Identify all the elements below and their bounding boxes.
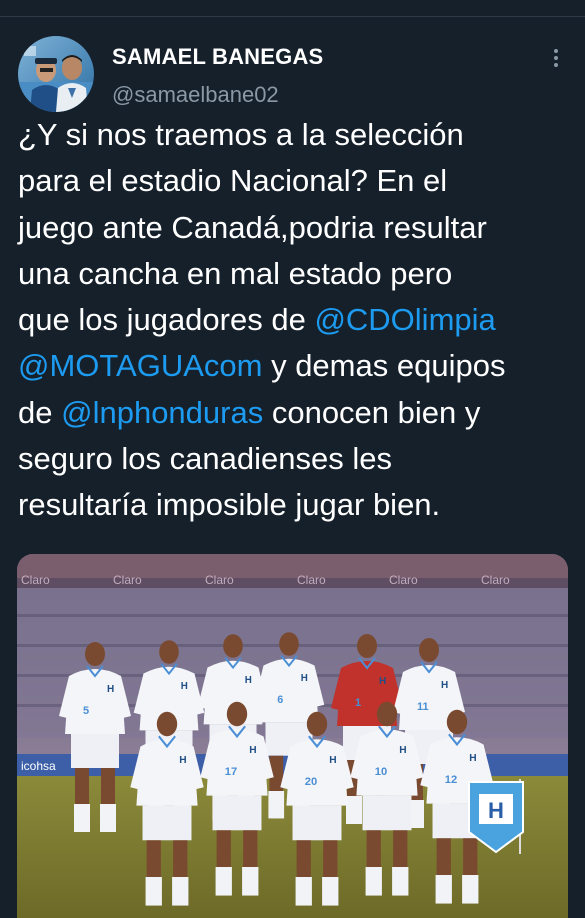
shirt-crest: H xyxy=(379,676,386,687)
tweet-text-segment: una cancha en mal estado pero xyxy=(18,255,453,291)
tweet-text-segment: resultaría imposible jugar bien. xyxy=(18,487,441,523)
shirt-crest: H xyxy=(399,745,406,756)
tweet-text-segment: de xyxy=(18,394,62,430)
tweet-view: SAMAEL BANEGAS @samaelbane02 ¿Y si nos t… xyxy=(0,0,585,918)
tweet-line: juego ante Canadá,podria resultar xyxy=(18,205,574,251)
shirt-number: 17 xyxy=(225,766,237,778)
shirt-crest: H xyxy=(181,681,188,692)
shirt-crest: H xyxy=(249,745,256,756)
tweet-line: para el estadio Nacional? En el xyxy=(18,158,574,204)
shirt-number: 11 xyxy=(417,701,429,713)
stadium-banner-text: Claro xyxy=(297,573,326,587)
stadium-banner-text: Claro xyxy=(21,573,50,587)
tweet-line: ¿Y si nos traemos a la selección xyxy=(18,112,574,158)
divider xyxy=(0,16,585,17)
shirt-number: 1 xyxy=(355,697,361,709)
mention-link[interactable]: @MOTAGUAcom xyxy=(18,348,262,383)
tweet-line: una cancha en mal estado pero xyxy=(18,251,574,297)
shirt-number: 12 xyxy=(445,774,457,786)
stadium-banner-text: Claro xyxy=(389,573,418,587)
more-vertical-icon xyxy=(554,49,558,67)
tweet-body: ¿Y si nos traemos a la selección para el … xyxy=(18,112,574,529)
shirt-crest: H xyxy=(329,755,336,766)
tweet-line: seguro los canadienses les xyxy=(18,436,574,482)
shirt-number: 5 xyxy=(83,705,89,717)
user-avatar-photo xyxy=(18,36,94,112)
shirt-number: 10 xyxy=(375,766,387,778)
team-photo: Claro Claro Claro Claro Claro Claro icohsa H 5… xyxy=(17,554,568,918)
shirt-number: 20 xyxy=(305,776,317,788)
stadium-banner-text: Claro xyxy=(205,573,234,587)
avatar[interactable] xyxy=(18,36,94,112)
tweet-photo[interactable]: Claro Claro Claro Claro Claro Claro icohsa H 5… xyxy=(17,554,568,918)
tweet-line: resultaría imposible jugar bien. xyxy=(18,482,574,528)
author-display-name[interactable]: SAMAEL BANEGAS xyxy=(112,44,323,70)
more-options-button[interactable] xyxy=(544,44,568,72)
stadium-banner-text: Claro xyxy=(481,573,510,587)
tweet-line: que los jugadores de @CDOlimpia xyxy=(18,297,574,343)
tweet-text-segment: juego ante Canadá,podria resultar xyxy=(18,209,487,245)
shirt-crest: H xyxy=(469,753,476,764)
tweet-text-segment: conocen bien y xyxy=(263,394,481,430)
shirt-crest: H xyxy=(301,673,308,684)
tweet-text-segment: y demas equipos xyxy=(262,348,506,384)
shirt-crest: H xyxy=(245,675,252,686)
author-handle[interactable]: @samaelbane02 xyxy=(112,82,279,108)
mention-link[interactable]: @CDOlimpia xyxy=(314,302,495,337)
pennant-letter: H xyxy=(488,798,504,823)
tweet-line: de @lnphonduras conocen bien y xyxy=(18,390,574,436)
stadium-banner-text: Claro xyxy=(113,573,142,587)
shirt-crest: H xyxy=(179,755,186,766)
shirt-number: 6 xyxy=(277,694,283,706)
ad-board-text: icohsa xyxy=(21,759,56,773)
shirt-crest: H xyxy=(441,680,448,691)
mention-link[interactable]: @lnphonduras xyxy=(61,395,263,430)
tweet-text-segment: seguro los canadienses les xyxy=(18,441,392,477)
tweet-line: @MOTAGUAcom y demas equipos xyxy=(18,343,574,389)
tweet-text-segment: que los jugadores de xyxy=(18,302,315,338)
tweet-text-segment: para el estadio Nacional? En el xyxy=(18,163,448,199)
tweet-text-segment: ¿Y si nos traemos a la selección xyxy=(18,117,464,152)
shirt-crest: H xyxy=(107,684,114,695)
